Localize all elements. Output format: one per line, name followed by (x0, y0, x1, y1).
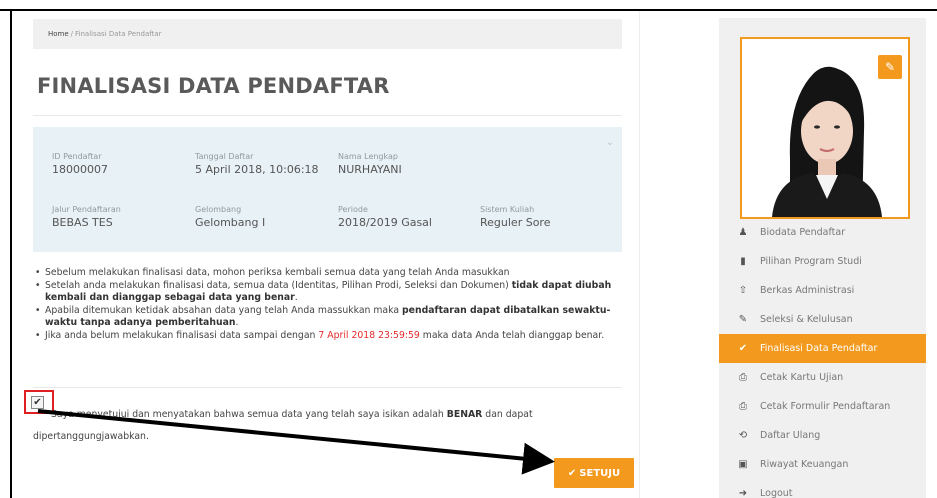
sidebar-item-label: Cetak Kartu Ujian (760, 372, 844, 383)
agreement-checkbox[interactable]: ✔ (31, 396, 44, 409)
registrant-info-panel: ⌄ ID Pendaftar 18000007 Tanggal Daftar 5… (33, 127, 622, 252)
info-nama-label: Nama Lengkap (338, 152, 398, 161)
sidebar-item-label: Berkas Administrasi (760, 285, 855, 296)
note-4-end: maka data Anda telah dianggap benar. (419, 329, 605, 341)
note-4-text: Jika anda belum melakukan finalisasi dat… (45, 329, 319, 341)
info-gelombang-value: Gelombang I (195, 216, 266, 229)
sidebar-item-label: Daftar Ulang (760, 430, 821, 441)
info-id-label: ID Pendaftar (52, 152, 102, 161)
note-2-end: . (294, 292, 298, 303)
user-icon: ♟ (738, 227, 748, 238)
info-jalur-label: Jalur Pendaftaran (52, 205, 121, 214)
info-tanggal-label: Tanggal Daftar (195, 152, 254, 161)
sidebar-item-seleksi[interactable]: ✎ Seleksi & Kelulusan (719, 305, 926, 334)
logout-icon: ➜ (738, 488, 748, 498)
agreement-text: Saya menyetujui dan menyatakan bahwa sem… (33, 404, 622, 448)
bookmark-icon: ▮ (740, 256, 746, 267)
chevron-down-icon[interactable]: ⌄ (606, 137, 614, 148)
note-item: Apabila ditemukan ketidak absahan data y… (33, 305, 622, 330)
setuju-button[interactable]: ✔ SETUJU (554, 458, 634, 488)
info-jalur-value: BEBAS TES (52, 216, 113, 229)
note-item: Sebelum melakukan finalisasi data, mohon… (33, 267, 622, 280)
sidebar-item-finalisasi[interactable]: ✔ Finalisasi Data Pendaftar (719, 334, 926, 363)
sidebar-item-formulir[interactable]: ⎙ Cetak Formulir Pendaftaran (719, 392, 926, 421)
title-divider (33, 115, 622, 116)
note-item: Setelah anda melakukan finalisasi data, … (33, 280, 622, 305)
finalization-notes: Sebelum melakukan finalisasi data, mohon… (33, 267, 622, 342)
breadcrumb-separator: / (70, 30, 74, 38)
print-icon: ⎙ (739, 372, 747, 383)
info-nama-value: NURHAYANI (338, 163, 402, 176)
print-icon: ⎙ (739, 401, 747, 412)
sidebar-item-label: Biodata Pendaftar (760, 227, 846, 238)
note-3-end: . (235, 317, 239, 328)
note-2-text: Setelah anda melakukan finalisasi data, … (45, 279, 512, 291)
breadcrumb: Home / Finalisasi Data Pendaftar (33, 19, 622, 49)
sidebar-item-label: Seleksi & Kelulusan (760, 314, 853, 325)
checkmark-icon: ✔ (33, 397, 42, 408)
upload-icon: ⇧ (738, 285, 748, 296)
info-periode-label: Periode (338, 205, 368, 214)
sidebar-menu: ♟ Biodata Pendaftar ▮ Pilihan Program St… (719, 218, 926, 498)
info-tanggal: Tanggal Daftar 5 April 2018, 10:06:18 (195, 152, 319, 176)
sidebar-item-keuangan[interactable]: ▣ Riwayat Keuangan (719, 450, 926, 479)
page-title: FINALISASI DATA PENDAFTAR (37, 74, 390, 98)
pencil-icon[interactable]: ✎ (878, 55, 902, 79)
info-tanggal-value: 5 April 2018, 10:06:18 (195, 163, 319, 176)
note-item: Jika anda belum melakukan finalisasi dat… (33, 330, 622, 343)
note-3-text: Apabila ditemukan ketidak absahan data y… (45, 304, 403, 316)
refresh-icon: ⟲ (738, 430, 748, 441)
agreement-text-start: Saya menyetujui dan menyatakan bahwa sem… (51, 409, 447, 420)
breadcrumb-home-link[interactable]: Home (48, 30, 69, 38)
info-id: ID Pendaftar 18000007 (52, 152, 108, 176)
agreement-row: Saya menyetujui dan menyatakan bahwa sem… (33, 404, 622, 448)
info-sistem: Sistem Kuliah Reguler Sore (480, 205, 550, 229)
check-icon: ✔ (567, 467, 577, 479)
sidebar-item-program-studi[interactable]: ▮ Pilihan Program Studi (719, 247, 926, 276)
info-periode: Periode 2018/2019 Gasal (338, 205, 432, 229)
sidebar-item-logout[interactable]: ➜ Logout (719, 479, 926, 498)
check-icon: ✔ (738, 343, 748, 354)
info-gelombang-label: Gelombang (195, 205, 242, 214)
breadcrumb-current: Finalisasi Data Pendaftar (75, 30, 162, 38)
note-1-text: Sebelum melakukan finalisasi data, mohon… (45, 267, 510, 278)
sidebar-item-biodata[interactable]: ♟ Biodata Pendaftar (719, 218, 926, 247)
sidebar-item-kartu-ujian[interactable]: ⎙ Cetak Kartu Ujian (719, 363, 926, 392)
edit-icon: ✎ (738, 314, 748, 325)
info-sistem-value: Reguler Sore (480, 216, 551, 229)
sidebar-item-label: Riwayat Keuangan (760, 459, 849, 470)
sidebar-item-berkas[interactable]: ⇧ Berkas Administrasi (719, 276, 926, 305)
sidebar-item-label: Cetak Formulir Pendaftaran (760, 401, 891, 412)
agreement-text-bold: BENAR (446, 409, 483, 420)
sidebar: ✎ ♟ Biodata Pendaftar ▮ Pilihan Program … (719, 18, 926, 498)
info-id-value: 18000007 (52, 163, 108, 176)
sidebar-item-label: Finalisasi Data Pendaftar (760, 343, 878, 354)
info-jalur: Jalur Pendaftaran BEBAS TES (52, 205, 121, 229)
sidebar-item-label: Logout (760, 488, 793, 498)
profile-photo: ✎ (740, 37, 910, 219)
setuju-button-label: SETUJU (579, 467, 621, 479)
sidebar-item-daftar-ulang[interactable]: ⟲ Daftar Ulang (719, 421, 926, 450)
info-gelombang: Gelombang Gelombang I (195, 205, 265, 229)
info-periode-value: 2018/2019 Gasal (338, 216, 432, 229)
notes-divider (33, 387, 622, 388)
info-sistem-label: Sistem Kuliah (480, 205, 535, 214)
info-nama: Nama Lengkap NURHAYANI (338, 152, 402, 176)
main-content: Home / Finalisasi Data Pendaftar FINALIS… (12, 11, 640, 498)
sidebar-item-label: Pilihan Program Studi (760, 256, 862, 267)
deadline-date: 7 April 2018 23:59:59 (318, 329, 420, 341)
money-icon: ▣ (738, 459, 748, 470)
